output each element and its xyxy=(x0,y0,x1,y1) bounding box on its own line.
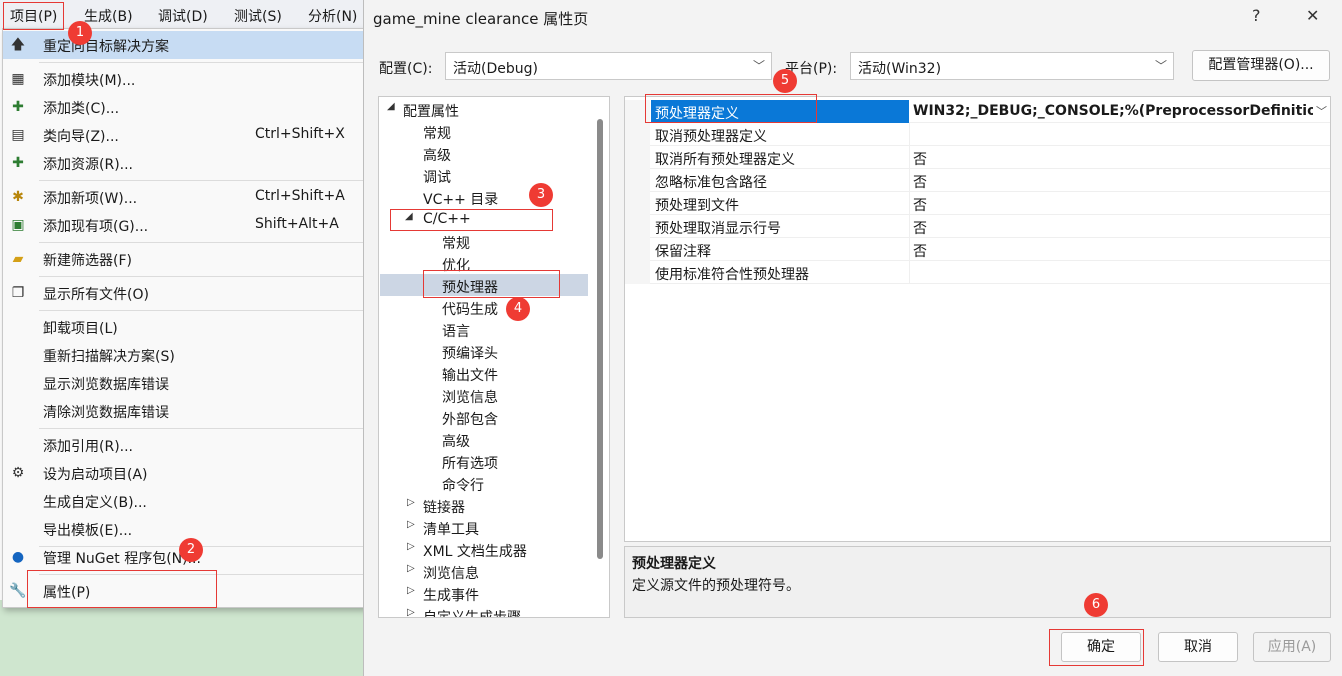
menu-item-class-wizard[interactable]: ▤ 类向导(Z)... Ctrl+Shift+X xyxy=(3,121,371,149)
menu-separator xyxy=(39,180,369,181)
menu-separator xyxy=(39,310,369,311)
annotation-box-properties xyxy=(27,570,217,608)
property-pages-dialog: game_mine clearance 属性页 ? ✕ 配置(C): 活动(De… xyxy=(363,0,1342,676)
expand-arrow-icon[interactable]: ▷ xyxy=(407,497,415,508)
wrench-icon: 🔧 xyxy=(9,583,27,599)
new-item-icon: ✱ xyxy=(12,189,24,205)
annotation-badge-6: 6 xyxy=(1084,593,1108,617)
menu-analyze[interactable]: 分析(N) xyxy=(308,6,357,26)
annotation-badge-2: 2 xyxy=(179,538,203,562)
description-title: 预处理器定义 xyxy=(632,556,716,572)
expand-arrow-icon[interactable]: ▷ xyxy=(407,541,415,552)
menu-separator xyxy=(39,62,369,63)
editor-background xyxy=(0,600,364,676)
close-button[interactable]: ✕ xyxy=(1306,6,1319,25)
menu-item-new-filter[interactable]: ▰ 新建筛选器(F) xyxy=(3,245,371,273)
menu-item-add-reference[interactable]: 添加引用(R)... xyxy=(3,431,371,459)
tree-scrollbar[interactable] xyxy=(597,119,603,559)
project-dropdown-menu: 🡅 重定向目标解决方案 ▦ 添加模块(M)... ✚ 添加类(C)... ▤ 类… xyxy=(2,28,372,608)
menu-item-add-resource[interactable]: ✚ 添加资源(R)... xyxy=(3,149,371,177)
annotation-badge-5: 5 xyxy=(773,69,797,93)
expand-arrow-icon[interactable]: ▷ xyxy=(407,519,415,530)
menu-item-show-all-files[interactable]: ❐ 显示所有文件(O) xyxy=(3,279,371,307)
menu-item-unload-project[interactable]: 卸载项目(L) xyxy=(3,313,371,341)
menu-item-add-new-item[interactable]: ✱ 添加新项(W)... Ctrl+Shift+A xyxy=(3,183,371,211)
menu-separator xyxy=(39,276,369,277)
grid-row-undefine-preprocessor[interactable]: 取消预处理器定义 xyxy=(625,123,1330,146)
add-resource-icon: ✚ xyxy=(12,155,24,171)
menu-test[interactable]: 测试(S) xyxy=(234,6,282,26)
config-label: 配置(C): xyxy=(379,61,433,77)
module-icon: ▦ xyxy=(11,71,25,87)
property-grid: 预处理器定义 WIN32;_DEBUG;_CONSOLE;%(Preproces… xyxy=(624,96,1331,542)
annotation-badge-4: 4 xyxy=(506,297,530,321)
menu-build[interactable]: 生成(B) xyxy=(84,6,133,26)
grid-row-preprocess-to-file[interactable]: 预处理到文件 否 xyxy=(625,192,1330,215)
nuget-icon: ● xyxy=(11,549,25,565)
dialog-title: game_mine clearance 属性页 xyxy=(373,10,589,28)
menu-item-set-startup-project[interactable]: ⚙ 设为启动项目(A) xyxy=(3,459,371,487)
chevron-down-icon[interactable]: ﹀ xyxy=(1316,103,1327,119)
collapse-arrow-icon[interactable]: ◢ xyxy=(387,101,395,112)
gear-icon: ⚙ xyxy=(11,465,25,481)
menu-item-rescan-solution[interactable]: 重新扫描解决方案(S) xyxy=(3,341,371,369)
config-combo[interactable]: 活动(Debug) ﹀ xyxy=(445,52,772,80)
grid-row-suppress-line-numbers[interactable]: 预处理取消显示行号 否 xyxy=(625,215,1330,238)
annotation-box-preprocessor xyxy=(423,270,560,298)
show-files-icon: ❐ xyxy=(11,285,25,301)
property-tree: ◢ 配置属性 常规 高级 调试 VC++ 目录 ◢ C/C++ 常规 优化 预处理器… xyxy=(378,96,610,618)
chevron-down-icon: ﹀ xyxy=(1154,59,1167,73)
annotation-badge-3: 3 xyxy=(529,183,553,207)
property-description-panel: 预处理器定义 定义源文件的预处理符号。 xyxy=(624,546,1331,618)
menu-separator xyxy=(39,242,369,243)
add-class-icon: ✚ xyxy=(12,99,24,115)
arrow-up-icon: 🡅 xyxy=(10,37,26,53)
preprocessor-definitions-value[interactable]: WIN32;_DEBUG;_CONSOLE;%(PreprocessorDefi… xyxy=(913,103,1313,119)
grid-row-ignore-standard-include[interactable]: 忽略标准包含路径 否 xyxy=(625,169,1330,192)
annotation-badge-1: 1 xyxy=(68,21,92,45)
menu-item-add-existing-item[interactable]: ▣ 添加现有项(G)... Shift+Alt+A xyxy=(3,211,371,239)
platform-combo[interactable]: 活动(Win32) ﹀ xyxy=(850,52,1174,80)
expand-arrow-icon[interactable]: ▷ xyxy=(407,563,415,574)
class-wizard-icon: ▤ xyxy=(11,127,25,143)
menu-debug[interactable]: 调试(D) xyxy=(158,6,208,26)
menu-item-retarget-solution[interactable]: 🡅 重定向目标解决方案 xyxy=(3,31,371,59)
annotation-box-ok xyxy=(1049,629,1144,666)
apply-button[interactable]: 应用(A) xyxy=(1253,632,1331,662)
annotation-box-c-cpp xyxy=(390,209,553,231)
menu-item-show-browse-db-errors[interactable]: 显示浏览数据库错误 xyxy=(3,369,371,397)
menu-item-clear-browse-db-errors[interactable]: 清除浏览数据库错误 xyxy=(3,397,371,425)
help-button[interactable]: ? xyxy=(1252,6,1261,25)
menu-separator xyxy=(39,428,369,429)
config-manager-button[interactable]: 配置管理器(O)... xyxy=(1192,50,1330,81)
existing-item-icon: ▣ xyxy=(11,217,25,233)
menu-item-build-customizations[interactable]: 生成自定义(B)... xyxy=(3,487,371,515)
annotation-box-project-menu xyxy=(3,2,64,30)
annotation-box-preprocessor-definitions xyxy=(645,94,817,123)
expand-arrow-icon[interactable]: ▷ xyxy=(407,585,415,596)
grid-row-undefine-all-preprocessor[interactable]: 取消所有预处理器定义 否 xyxy=(625,146,1330,169)
grid-row-conforming-preprocessor[interactable]: 使用标准符合性预处理器 xyxy=(625,261,1330,284)
cancel-button[interactable]: 取消 xyxy=(1158,632,1238,662)
menu-item-add-module[interactable]: ▦ 添加模块(M)... xyxy=(3,65,371,93)
expand-arrow-icon[interactable]: ▷ xyxy=(407,607,415,617)
description-text: 定义源文件的预处理符号。 xyxy=(632,578,800,594)
chevron-down-icon: ﹀ xyxy=(752,59,765,73)
menu-item-add-class[interactable]: ✚ 添加类(C)... xyxy=(3,93,371,121)
folder-icon: ▰ xyxy=(12,251,24,267)
grid-row-keep-comments[interactable]: 保留注释 否 xyxy=(625,238,1330,261)
